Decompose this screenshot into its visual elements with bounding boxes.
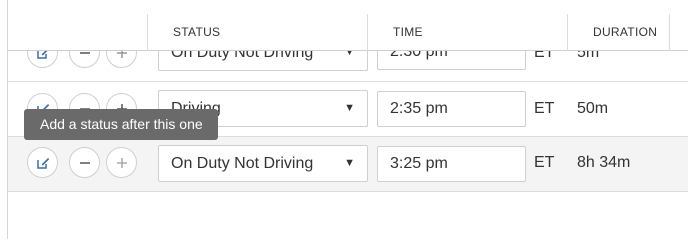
timezone-label: ET — [534, 154, 555, 171]
column-divider — [147, 14, 148, 51]
caret-down-icon: ▼ — [344, 102, 355, 114]
minus-icon — [79, 157, 91, 169]
remove-status-button[interactable] — [69, 147, 100, 178]
table-row: On Duty Not Driving ▼ 3:25 pm ET 8h 34m — [8, 137, 688, 192]
status-value: On Duty Not Driving — [171, 155, 314, 172]
add-status-button[interactable] — [106, 147, 137, 178]
edit-button[interactable] — [27, 147, 58, 178]
time-value: 3:25 pm — [390, 155, 448, 172]
column-divider — [367, 14, 368, 51]
time-value: 2:35 pm — [390, 100, 448, 117]
column-divider — [669, 14, 670, 51]
caret-down-icon: ▼ — [344, 157, 355, 169]
column-divider — [567, 14, 568, 51]
column-header-duration[interactable]: DURATION — [593, 0, 657, 50]
column-header-status[interactable]: STATUS — [173, 0, 220, 50]
duration-value: 8h 34m — [577, 154, 631, 171]
plus-icon — [116, 157, 128, 169]
timezone-label: ET — [534, 100, 555, 117]
edit-icon — [36, 156, 50, 170]
time-input[interactable]: 2:35 pm — [377, 91, 526, 127]
duration-value: 50m — [577, 100, 609, 117]
time-input[interactable]: 3:25 pm — [377, 146, 526, 182]
table-header: STATUS TIME DURATION — [8, 0, 688, 51]
column-header-time[interactable]: TIME — [393, 0, 423, 50]
status-select[interactable]: On Duty Not Driving ▼ — [158, 145, 368, 182]
tooltip: Add a status after this one — [24, 109, 218, 140]
